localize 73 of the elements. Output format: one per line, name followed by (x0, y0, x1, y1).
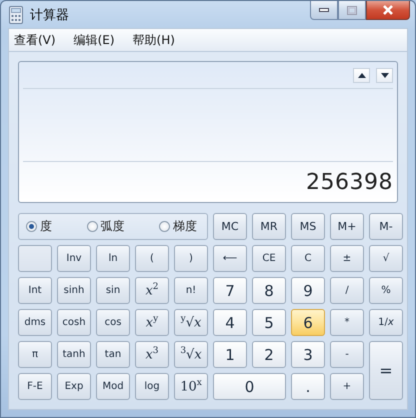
function-key[interactable]: CE (252, 245, 286, 272)
function-key[interactable]: % (369, 277, 403, 304)
radio-label[interactable]: 梯度 (173, 218, 197, 235)
digit-key[interactable]: 8 (252, 277, 286, 304)
close-icon (382, 5, 394, 15)
function-key[interactable]: ) (174, 245, 208, 272)
function-key[interactable]: log (135, 373, 169, 400)
function-key[interactable]: Inv (57, 245, 91, 272)
function-key[interactable]: ⟵ (213, 245, 247, 272)
radio-label[interactable]: 弧度 (100, 218, 124, 235)
radio-label[interactable]: 度 (40, 218, 52, 235)
close-button[interactable] (366, 1, 410, 20)
memory-button[interactable]: MS (291, 213, 325, 240)
radio-button[interactable] (159, 221, 170, 232)
digit-key[interactable]: 5 (252, 309, 286, 336)
function-key[interactable]: dms (18, 309, 52, 336)
minimize-icon (319, 8, 329, 12)
function-key[interactable]: cos (96, 309, 130, 336)
function-key[interactable]: - (330, 341, 364, 368)
function-key[interactable]: ± (330, 245, 364, 272)
digit-key[interactable]: 2 (252, 341, 286, 368)
function-key[interactable]: F-E (18, 373, 52, 400)
function-key[interactable]: cosh (57, 309, 91, 336)
triangle-down-icon (380, 72, 388, 78)
menu-item[interactable]: 编辑(E) (74, 32, 115, 48)
function-key[interactable]: tanh (57, 341, 91, 368)
function-key[interactable]: ( (135, 245, 169, 272)
function-key[interactable]: x$^{3}$ (135, 341, 169, 368)
menu-item[interactable]: 帮助(H) (132, 32, 175, 48)
memory-button[interactable]: M- (369, 213, 403, 240)
function-key[interactable]: π (18, 341, 52, 368)
digit-key[interactable]: 9 (291, 277, 325, 304)
digit-key[interactable]: 7 (213, 277, 247, 304)
function-key[interactable]: * (330, 309, 364, 336)
function-key[interactable]: $^{y}$√x (174, 309, 208, 336)
scroll-down-button[interactable] (376, 68, 393, 82)
function-key[interactable]: Mod (96, 373, 130, 400)
display-value: 256398 (306, 170, 393, 195)
function-key[interactable]: Int (18, 277, 52, 304)
function-key[interactable]: Exp (57, 373, 91, 400)
function-key[interactable]: tan (96, 341, 130, 368)
menu-item[interactable]: 查看(V) (14, 32, 56, 48)
digit-key[interactable]: 0 (213, 373, 286, 400)
calculator-icon (9, 6, 23, 24)
window-title: 计算器 (30, 6, 69, 24)
maximize-icon (347, 6, 357, 14)
function-key[interactable]: x$^{2}$ (135, 277, 169, 304)
function-key[interactable]: C (291, 245, 325, 272)
function-key[interactable]: sin (96, 277, 130, 304)
function-key[interactable]: sinh (57, 277, 91, 304)
function-key[interactable]: √ (369, 245, 403, 272)
digit-key[interactable]: 1 (213, 341, 247, 368)
triangle-up-icon (358, 72, 366, 78)
function-key[interactable]: x$^{y}$ (135, 309, 169, 336)
memory-button[interactable]: MC (213, 213, 247, 240)
function-key[interactable]: = (369, 341, 403, 400)
digit-key[interactable]: 3 (291, 341, 325, 368)
radio-button[interactable] (26, 221, 37, 232)
memory-button[interactable]: MR (252, 213, 286, 240)
function-key[interactable]: + (330, 373, 364, 400)
scroll-up-button[interactable] (353, 68, 370, 82)
function-key[interactable]: 1/x (369, 309, 403, 336)
function-key[interactable]: / (330, 277, 364, 304)
memory-button[interactable]: M+ (330, 213, 364, 240)
function-key[interactable]: 10$^{x}$ (174, 373, 208, 400)
function-key[interactable]: n! (174, 277, 208, 304)
minimize-button[interactable] (310, 1, 338, 20)
digit-key[interactable]: 6 (291, 309, 325, 336)
function-key[interactable]: $^{3}$√x (174, 341, 208, 368)
digit-key[interactable]: . (291, 373, 325, 400)
digit-key[interactable]: 4 (213, 309, 247, 336)
radio-button[interactable] (86, 221, 98, 232)
function-key[interactable]: ln (96, 245, 130, 272)
